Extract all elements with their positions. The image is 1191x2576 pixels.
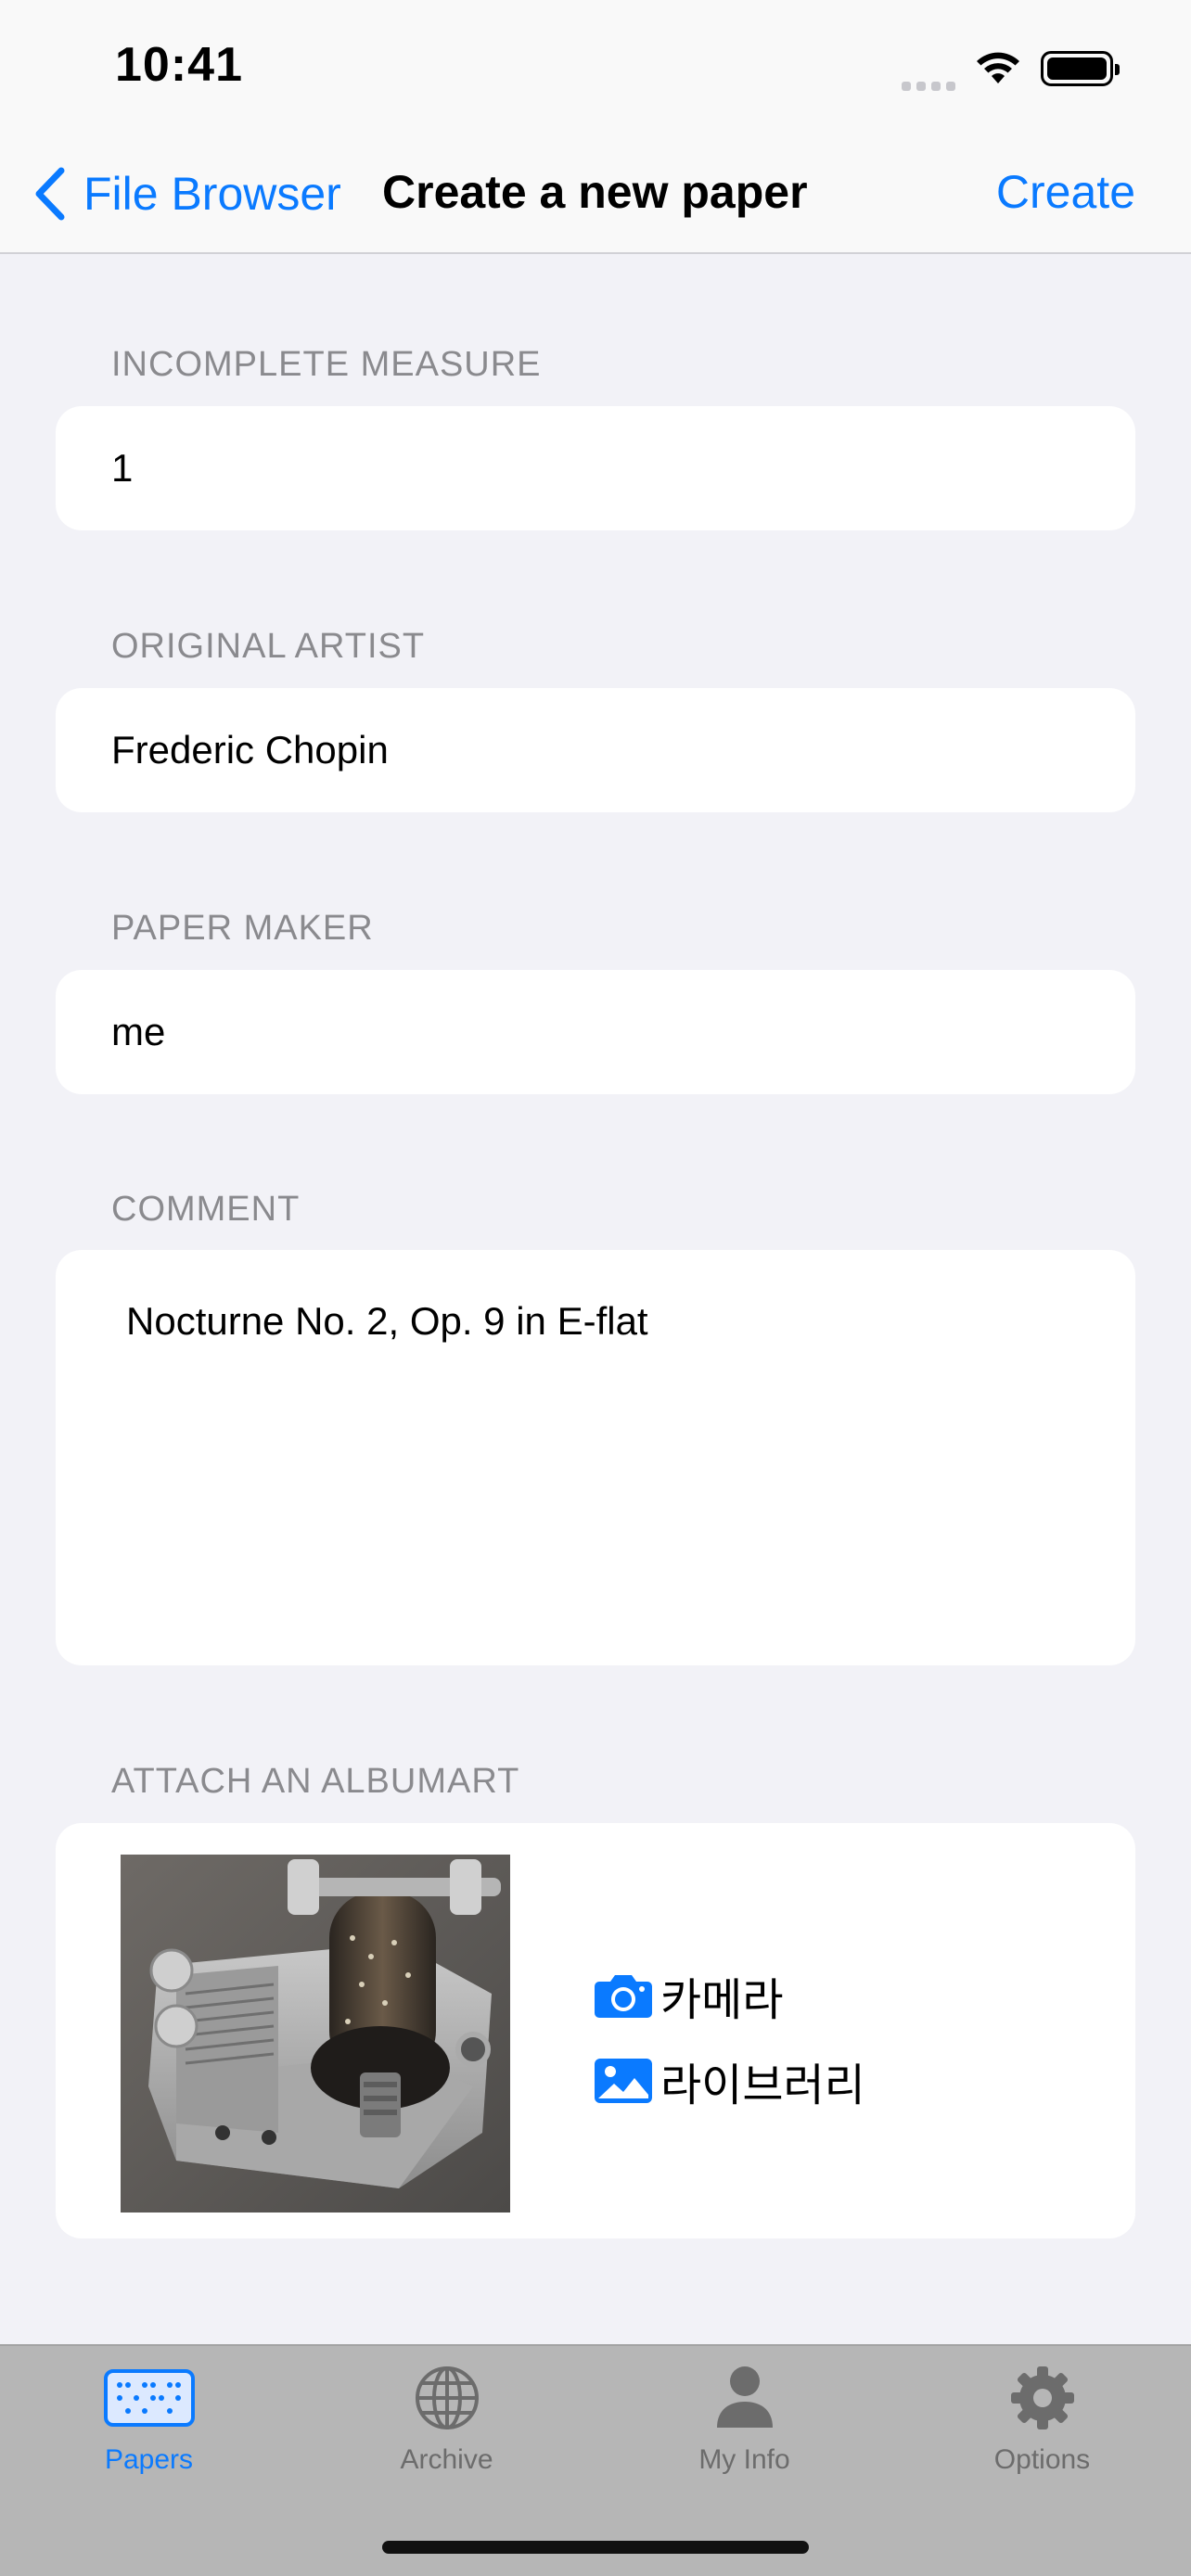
section-header-incomplete-measure: INCOMPLETE MEASURE xyxy=(111,345,542,384)
screen: 10:41 File Browser Create a new paper Cr… xyxy=(0,0,1191,2576)
tab-label-options: Options xyxy=(993,2444,1091,2475)
comment-field[interactable]: Nocturne No. 2, Op. 9 in E-flat xyxy=(56,1250,1135,1665)
original-artist-card xyxy=(56,688,1135,812)
camera-icon xyxy=(595,1975,652,2018)
incomplete-measure-card xyxy=(56,406,1135,530)
cellular-signal-icon xyxy=(902,63,955,91)
camera-label: 카메라 xyxy=(660,1976,784,2025)
tab-label-my-info: My Info xyxy=(698,2444,790,2475)
tab-options[interactable]: Options xyxy=(893,2365,1191,2504)
section-header-original-artist: ORIGINAL ARTIST xyxy=(111,627,426,666)
back-button[interactable]: File Browser xyxy=(33,161,341,226)
library-label: 라이브러리 xyxy=(660,2061,865,2111)
tab-archive[interactable]: Archive xyxy=(298,2365,596,2504)
status-icons xyxy=(902,46,1120,91)
original-artist-field[interactable] xyxy=(56,688,1135,812)
battery-icon xyxy=(1041,51,1120,86)
page-title: Create a new paper xyxy=(382,166,808,218)
globe-icon xyxy=(401,2365,493,2431)
home-indicator[interactable] xyxy=(382,2541,809,2554)
chevron-left-icon xyxy=(35,167,65,221)
back-button-label: File Browser xyxy=(83,168,341,220)
incomplete-measure-field[interactable] xyxy=(56,406,1135,530)
albumart-card: 카메라 라이브러리 xyxy=(56,1823,1135,2238)
tab-my-info[interactable]: My Info xyxy=(596,2365,893,2504)
albumart-actions: 카메라 라이브러리 xyxy=(594,1953,865,2123)
comment-card: Nocturne No. 2, Op. 9 in E-flat xyxy=(56,1250,1135,1665)
photo-library-icon xyxy=(595,2059,652,2103)
section-header-comment: COMMENT xyxy=(111,1190,301,1229)
camera-button[interactable]: 카메라 xyxy=(594,1953,865,2038)
create-button[interactable]: Create xyxy=(996,165,1135,219)
status-bar: 10:41 xyxy=(0,0,1191,139)
paper-maker-card xyxy=(56,970,1135,1094)
section-header-albumart: ATTACH AN ALBUMART xyxy=(111,1762,520,1801)
navigation-bar: File Browser Create a new paper Create xyxy=(0,139,1191,254)
library-button[interactable]: 라이브러리 xyxy=(594,2038,865,2123)
tab-papers[interactable]: Papers xyxy=(0,2365,298,2504)
albumart-image[interactable] xyxy=(121,1855,510,2213)
braille-paper-icon xyxy=(103,2365,196,2431)
tab-label-papers: Papers xyxy=(104,2444,194,2475)
gear-icon xyxy=(996,2365,1089,2431)
paper-maker-field[interactable] xyxy=(56,970,1135,1094)
tab-label-archive: Archive xyxy=(400,2444,493,2475)
status-time: 10:41 xyxy=(115,38,243,92)
person-icon xyxy=(698,2365,791,2431)
wifi-icon xyxy=(977,52,1019,83)
section-header-paper-maker: PAPER MAKER xyxy=(111,909,374,948)
